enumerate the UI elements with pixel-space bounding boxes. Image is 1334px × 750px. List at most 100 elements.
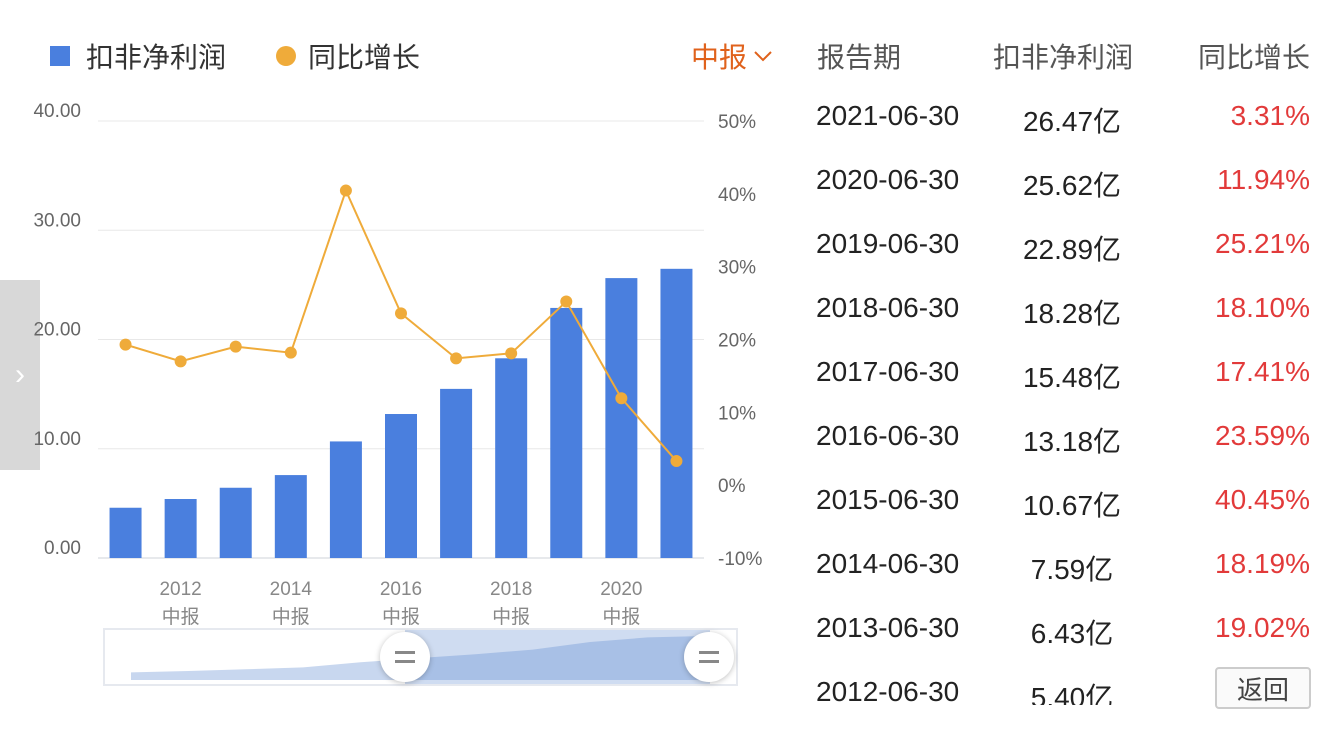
- growth-point: [395, 307, 407, 320]
- row-net-profit: 13.18亿: [1022, 426, 1122, 457]
- row-growth: 18.10%: [1215, 292, 1310, 323]
- row-growth: 23.59%: [1215, 420, 1310, 451]
- x-tick-year: 2020: [600, 579, 642, 600]
- y-right-tick-label: 10%: [718, 403, 756, 424]
- bar: [164, 499, 197, 558]
- row-net-profit: 18.28亿: [1022, 298, 1122, 329]
- bar: [440, 388, 473, 558]
- row-net-profit: 26.47亿: [1022, 106, 1122, 137]
- table-row: 2019-06-30 22.89亿 25.21%: [800, 228, 1320, 268]
- bar: [605, 278, 638, 558]
- x-tick-year: 2014: [270, 579, 313, 600]
- x-tick-year: 2012: [159, 579, 201, 600]
- row-net-profit: 6.43亿: [1030, 618, 1114, 649]
- table-row: 2013-06-30 6.43亿 19.02%: [800, 612, 1320, 652]
- growth-point: [450, 352, 463, 365]
- row-period: 2014-06-30: [816, 548, 960, 579]
- y-right-tick-label: -10%: [718, 549, 762, 570]
- row-growth: 17.41%: [1215, 356, 1310, 387]
- row-growth: 11.94%: [1217, 164, 1310, 195]
- y-left-tick-label: 20.00: [33, 320, 81, 341]
- header-growth: 同比增长: [1197, 42, 1310, 73]
- table-row: 2014-06-30 7.59亿 18.19%: [800, 548, 1320, 588]
- table-row: 2017-06-30 15.48亿 17.41%: [800, 356, 1320, 396]
- slider-selected-range[interactable]: [405, 630, 710, 684]
- back-button[interactable]: 返回: [1215, 667, 1311, 709]
- row-net-profit: 15.48亿: [1022, 362, 1122, 393]
- y-left-tick-label: 30.00: [33, 210, 81, 231]
- table-row: 2018-06-30 18.28亿 18.10%: [800, 292, 1320, 332]
- x-tick-period: 中报: [272, 606, 310, 628]
- row-net-profit: 10.67亿: [1022, 490, 1122, 521]
- y-right-tick-label: 40%: [718, 185, 756, 206]
- range-slider[interactable]: [103, 628, 738, 686]
- table-row: 2015-06-30 10.67亿 40.45%: [800, 484, 1320, 524]
- bar: [219, 487, 252, 558]
- row-period: 2012-06-30: [816, 676, 960, 705]
- x-tick-year: 2016: [380, 579, 422, 600]
- growth-point: [615, 392, 628, 405]
- x-tick-period: 中报: [602, 606, 640, 628]
- bar: [660, 268, 693, 558]
- slider-handle-right[interactable]: [684, 632, 734, 682]
- table-row: 2016-06-30 13.18亿 23.59%: [800, 420, 1320, 460]
- growth-point: [670, 455, 683, 468]
- row-growth: 40.45%: [1215, 484, 1310, 515]
- bar-line-chart: 0.00 10.00 20.00 30.00 40.00 -10% 0% 10% 20% 30% 4…: [33, 101, 762, 628]
- growth-point: [505, 347, 518, 360]
- x-tick-year: 2018: [490, 579, 532, 600]
- legend-line-swatch: [276, 46, 297, 66]
- row-period: 2020-06-30: [816, 164, 960, 195]
- period-selector[interactable]: 中报: [691, 36, 773, 76]
- growth-point: [174, 355, 187, 368]
- legend-label-net-profit: 扣非净利润: [86, 42, 227, 73]
- bar: [329, 441, 362, 558]
- growth-point: [560, 295, 573, 308]
- row-period: 2017-06-30: [816, 356, 960, 387]
- y-right-tick-label: 30%: [718, 258, 756, 279]
- x-tick-period: 中报: [162, 606, 200, 628]
- growth-point: [339, 184, 352, 197]
- row-period: 2018-06-30: [816, 292, 960, 323]
- row-net-profit: 25.62亿: [1022, 170, 1122, 201]
- legend-label-growth: 同比增长: [308, 42, 421, 73]
- row-net-profit: 5.40亿: [1030, 682, 1114, 705]
- chart-legend: 扣非净利润 同比增长: [50, 36, 420, 76]
- row-net-profit: 7.59亿: [1030, 554, 1114, 585]
- table-row: 2020-06-30 25.62亿 11.94%: [800, 164, 1320, 204]
- x-tick-period: 中报: [382, 606, 420, 628]
- growth-point: [119, 338, 132, 351]
- row-period: 2019-06-30: [816, 228, 960, 259]
- row-growth: 19.02%: [1215, 612, 1310, 643]
- y-right-tick-label: 0%: [718, 476, 746, 497]
- y-right-tick-label: 50%: [718, 112, 756, 133]
- bar: [274, 475, 307, 558]
- row-period: 2013-06-30: [816, 612, 960, 643]
- bar: [550, 307, 583, 558]
- growth-point: [284, 346, 297, 359]
- row-growth: 25.21%: [1215, 228, 1310, 259]
- table-row: 2021-06-30 26.47亿 3.31%: [800, 100, 1320, 140]
- row-net-profit: 22.89亿: [1022, 234, 1122, 265]
- header-period: 报告期: [817, 42, 902, 73]
- row-period: 2015-06-30: [816, 484, 960, 515]
- y-left-tick-label: 40.00: [33, 101, 81, 122]
- bar: [495, 358, 528, 558]
- bar: [109, 507, 142, 558]
- y-right-tick-label: 20%: [718, 331, 756, 352]
- legend-bar-swatch: [50, 46, 70, 66]
- chevron-down-icon: [754, 51, 772, 62]
- row-growth: 3.31%: [1230, 100, 1310, 131]
- bar: [385, 414, 417, 558]
- x-tick-period: 中报: [492, 606, 530, 628]
- row-growth: 18.19%: [1215, 548, 1310, 579]
- period-selector-label: 中报: [691, 42, 748, 73]
- y-left-tick-label: 10.00: [33, 429, 81, 450]
- row-period: 2021-06-30: [816, 100, 960, 131]
- data-table: 报告期 扣非净利润 同比增长 2021-06-30 26.47亿 3.31% 2020…: [800, 0, 1320, 705]
- slider-handle-left[interactable]: [380, 632, 430, 682]
- growth-point: [229, 340, 242, 353]
- row-period: 2016-06-30: [816, 420, 960, 451]
- y-left-tick-label: 0.00: [44, 538, 81, 559]
- header-net-profit: 扣非净利润: [992, 42, 1133, 73]
